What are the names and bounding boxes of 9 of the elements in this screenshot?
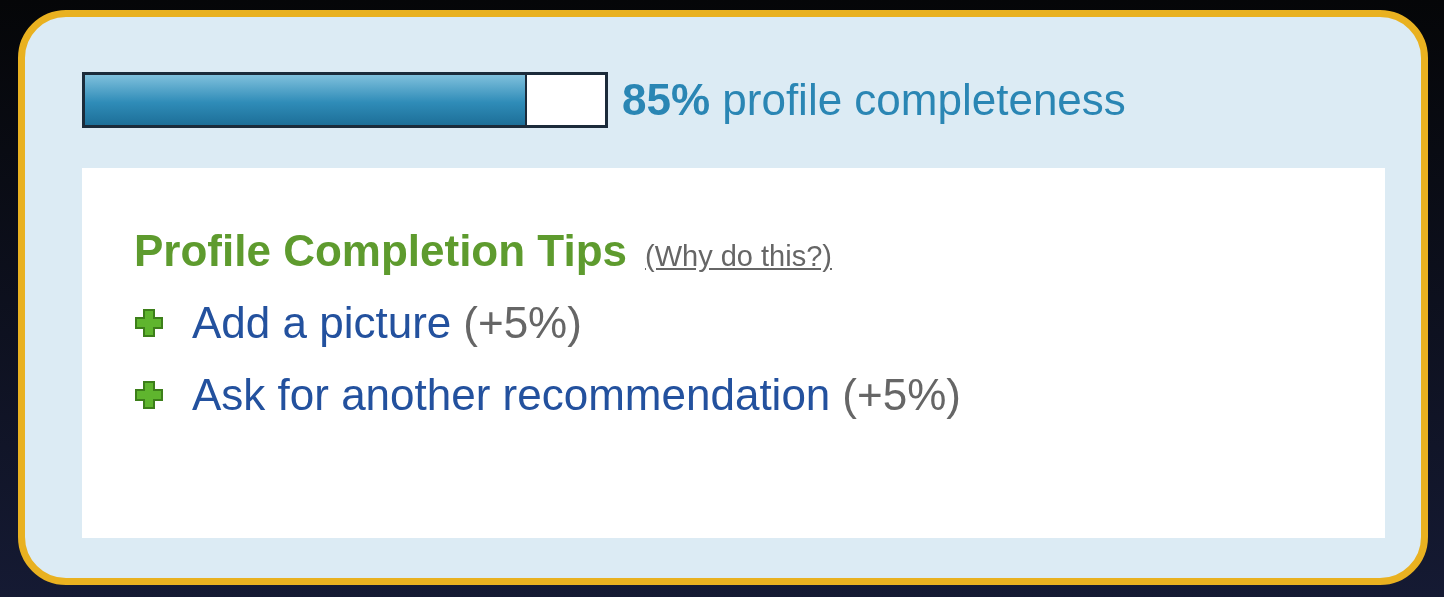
tip-link[interactable]: Ask for another recommendation	[192, 370, 831, 420]
plus-icon	[134, 380, 164, 410]
tip-link[interactable]: Add a picture	[192, 298, 452, 348]
bonus-text: (+5%)	[463, 298, 582, 348]
tips-title: Profile Completion Tips	[134, 226, 627, 276]
bonus-text: (+5%)	[842, 370, 961, 420]
completeness-text: 85% profile completeness	[622, 75, 1126, 125]
help-link[interactable]: (Why do this?)	[645, 240, 832, 273]
plus-icon	[134, 308, 164, 338]
